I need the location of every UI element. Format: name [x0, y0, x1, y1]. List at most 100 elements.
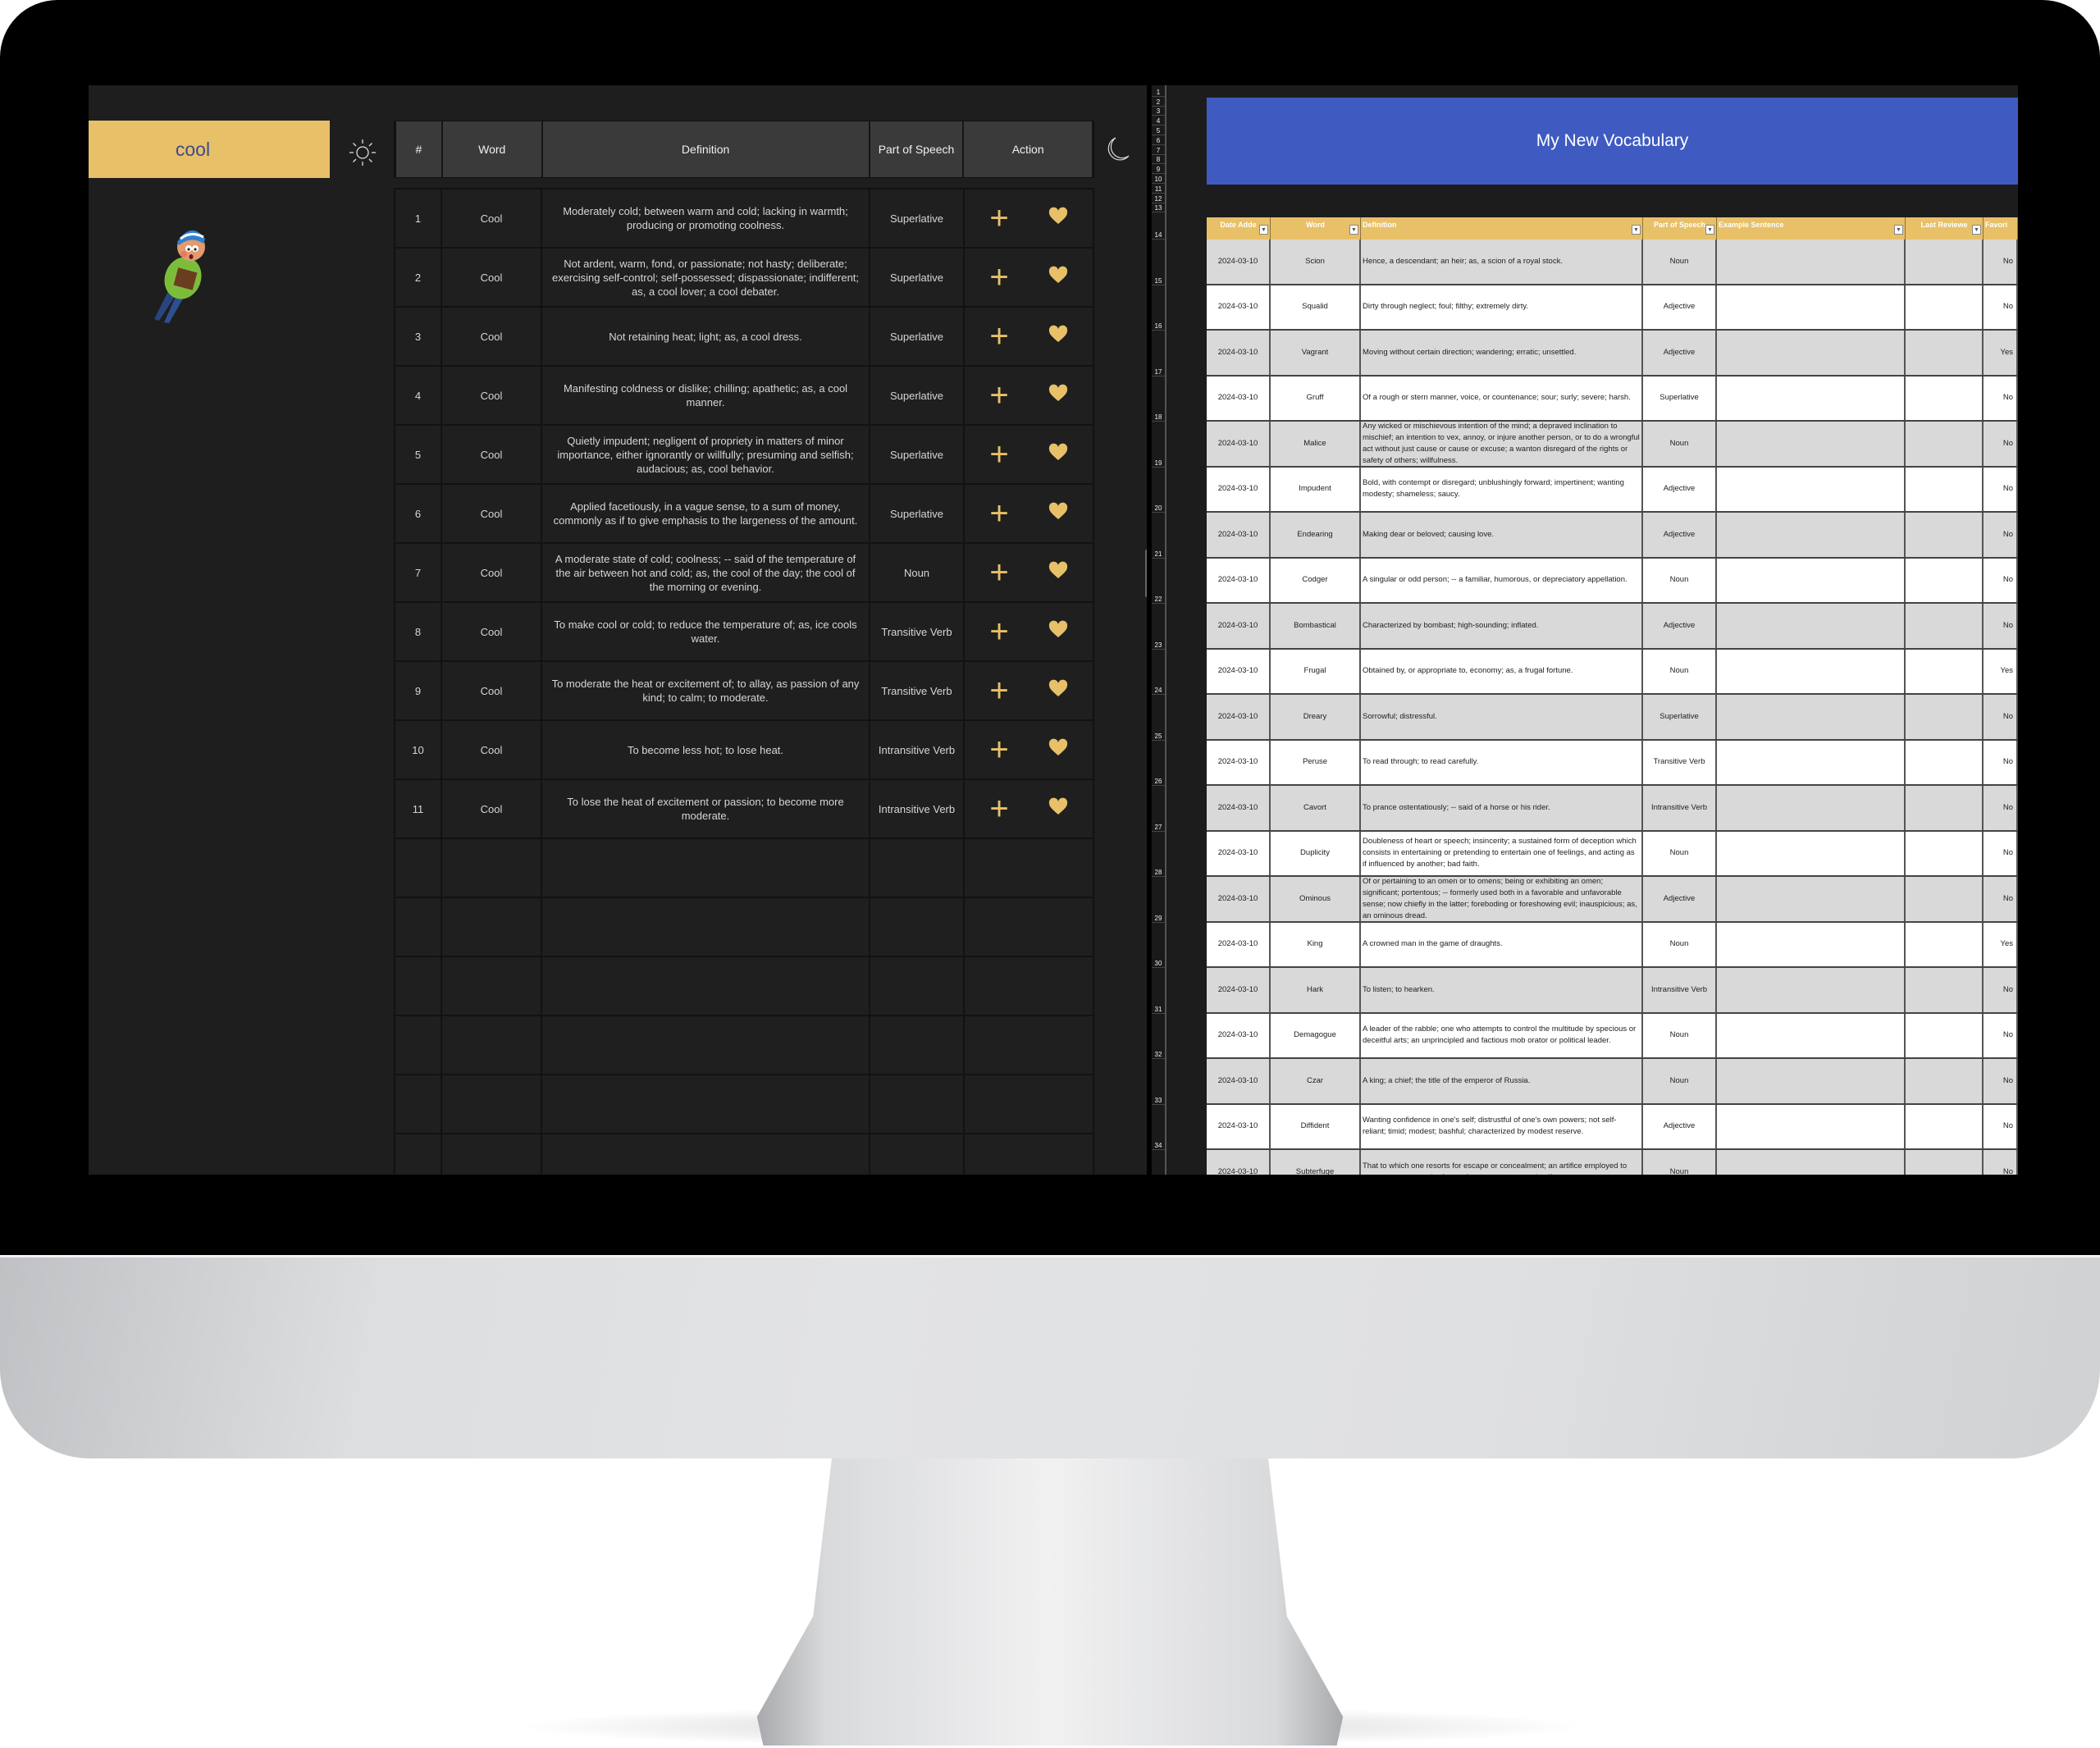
- cell-favorite[interactable]: No: [1984, 467, 2018, 511]
- cell-date-added[interactable]: 2024-03-10: [1207, 649, 1271, 693]
- row-number[interactable]: 27: [1152, 786, 1165, 832]
- favorite-button[interactable]: [1048, 797, 1068, 820]
- cell-date-added[interactable]: 2024-03-10: [1207, 331, 1271, 375]
- favorite-button[interactable]: [1048, 266, 1068, 289]
- row-number[interactable]: 24: [1152, 650, 1165, 695]
- cell-word[interactable]: Cavort: [1271, 786, 1361, 830]
- filter-dropdown-icon[interactable]: ▼: [1894, 225, 1903, 235]
- cell-part-of-speech[interactable]: Adjective: [1643, 1104, 1717, 1148]
- row-number[interactable]: 28: [1152, 832, 1165, 877]
- cell-word[interactable]: Demagogue: [1271, 1013, 1361, 1057]
- cell-word[interactable]: Hark: [1271, 968, 1361, 1012]
- cell-definition[interactable]: To listen; to hearken.: [1361, 968, 1643, 1012]
- add-button[interactable]: +: [989, 202, 1008, 235]
- cell-date-added[interactable]: 2024-03-10: [1207, 513, 1271, 557]
- cell-date-added[interactable]: 2024-03-10: [1207, 740, 1271, 784]
- cell-last-reviewed[interactable]: [1906, 240, 1984, 284]
- cell-last-reviewed[interactable]: [1906, 922, 1984, 966]
- cell-part-of-speech[interactable]: Adjective: [1643, 467, 1717, 511]
- cell-last-reviewed[interactable]: [1906, 968, 1984, 1012]
- cell-last-reviewed[interactable]: [1906, 558, 1984, 602]
- filter-dropdown-icon[interactable]: ▼: [1632, 225, 1641, 235]
- cell-last-reviewed[interactable]: [1906, 831, 1984, 875]
- cell-favorite[interactable]: No: [1984, 240, 2018, 284]
- row-number[interactable]: 3: [1152, 107, 1165, 116]
- cell-definition[interactable]: Doubleness of heart or speech; insinceri…: [1361, 831, 1643, 875]
- cell-word[interactable]: Endearing: [1271, 513, 1361, 557]
- cell-example-sentence[interactable]: [1717, 240, 1906, 284]
- cell-date-added[interactable]: 2024-03-10: [1207, 467, 1271, 511]
- cell-date-added[interactable]: 2024-03-10: [1207, 376, 1271, 420]
- cell-last-reviewed[interactable]: [1906, 513, 1984, 557]
- search-input[interactable]: cool: [89, 121, 330, 178]
- cell-word[interactable]: Peruse: [1271, 740, 1361, 784]
- favorite-button[interactable]: [1048, 325, 1068, 348]
- cell-last-reviewed[interactable]: [1906, 604, 1984, 648]
- cell-word[interactable]: King: [1271, 922, 1361, 966]
- moon-icon[interactable]: [1102, 135, 1132, 164]
- cell-definition[interactable]: Hence, a descendant; an heir; as, a scio…: [1361, 240, 1643, 284]
- cell-favorite[interactable]: No: [1984, 740, 2018, 784]
- cell-example-sentence[interactable]: [1717, 740, 1906, 784]
- cell-favorite[interactable]: No: [1984, 1059, 2018, 1103]
- cell-favorite[interactable]: No: [1984, 513, 2018, 557]
- favorite-button[interactable]: [1048, 384, 1068, 407]
- cell-date-added[interactable]: 2024-03-10: [1207, 285, 1271, 329]
- favorite-button[interactable]: [1048, 207, 1068, 230]
- cell-date-added[interactable]: 2024-03-10: [1207, 968, 1271, 1012]
- cell-last-reviewed[interactable]: [1906, 376, 1984, 420]
- row-number[interactable]: 21: [1152, 513, 1165, 559]
- cell-word[interactable]: Diffident: [1271, 1104, 1361, 1148]
- row-number[interactable]: 17: [1152, 331, 1165, 377]
- row-number[interactable]: 12: [1152, 194, 1165, 203]
- cell-example-sentence[interactable]: [1717, 285, 1906, 329]
- cell-last-reviewed[interactable]: [1906, 877, 1984, 921]
- row-number[interactable]: 32: [1152, 1014, 1165, 1059]
- row-number[interactable]: 25: [1152, 695, 1165, 741]
- cell-date-added[interactable]: 2024-03-10: [1207, 695, 1271, 739]
- cell-example-sentence[interactable]: [1717, 1104, 1906, 1148]
- row-number[interactable]: 19: [1152, 422, 1165, 468]
- cell-part-of-speech[interactable]: Noun: [1643, 1013, 1717, 1057]
- row-number[interactable]: 26: [1152, 741, 1165, 786]
- cell-word[interactable]: Codger: [1271, 558, 1361, 602]
- cell-word[interactable]: Duplicity: [1271, 831, 1361, 875]
- cell-example-sentence[interactable]: [1717, 513, 1906, 557]
- cell-last-reviewed[interactable]: [1906, 1013, 1984, 1057]
- cell-part-of-speech[interactable]: Adjective: [1643, 604, 1717, 648]
- cell-example-sentence[interactable]: [1717, 1150, 1906, 1175]
- filter-dropdown-icon[interactable]: ▼: [1259, 225, 1268, 235]
- sun-icon[interactable]: [348, 138, 377, 167]
- add-button[interactable]: +: [989, 320, 1008, 353]
- cell-word[interactable]: Ominous: [1271, 877, 1361, 921]
- cell-part-of-speech[interactable]: Adjective: [1643, 877, 1717, 921]
- add-button[interactable]: +: [989, 556, 1008, 589]
- row-number[interactable]: 31: [1152, 968, 1165, 1014]
- cell-date-added[interactable]: 2024-03-10: [1207, 604, 1271, 648]
- cell-date-added[interactable]: 2024-03-10: [1207, 1150, 1271, 1175]
- cell-definition[interactable]: Any wicked or mischievous intention of t…: [1361, 422, 1643, 466]
- cell-definition[interactable]: To read through; to read carefully.: [1361, 740, 1643, 784]
- cell-favorite[interactable]: No: [1984, 695, 2018, 739]
- row-number[interactable]: 6: [1152, 135, 1165, 145]
- cell-date-added[interactable]: 2024-03-10: [1207, 558, 1271, 602]
- cell-example-sentence[interactable]: [1717, 467, 1906, 511]
- cell-part-of-speech[interactable]: Noun: [1643, 922, 1717, 966]
- cell-example-sentence[interactable]: [1717, 877, 1906, 921]
- cell-date-added[interactable]: 2024-03-10: [1207, 1059, 1271, 1103]
- row-number[interactable]: 13: [1152, 203, 1165, 213]
- cell-part-of-speech[interactable]: Noun: [1643, 831, 1717, 875]
- favorite-button[interactable]: [1048, 561, 1068, 584]
- cell-part-of-speech[interactable]: Noun: [1643, 558, 1717, 602]
- cell-example-sentence[interactable]: [1717, 1013, 1906, 1057]
- cell-favorite[interactable]: No: [1984, 558, 2018, 602]
- add-button[interactable]: +: [989, 261, 1008, 294]
- scrollbar[interactable]: [1145, 550, 1147, 597]
- row-number[interactable]: 34: [1152, 1105, 1165, 1150]
- cell-part-of-speech[interactable]: Superlative: [1643, 376, 1717, 420]
- cell-date-added[interactable]: 2024-03-10: [1207, 786, 1271, 830]
- cell-word[interactable]: Gruff: [1271, 376, 1361, 420]
- cell-example-sentence[interactable]: [1717, 376, 1906, 420]
- cell-last-reviewed[interactable]: [1906, 786, 1984, 830]
- cell-last-reviewed[interactable]: [1906, 1150, 1984, 1175]
